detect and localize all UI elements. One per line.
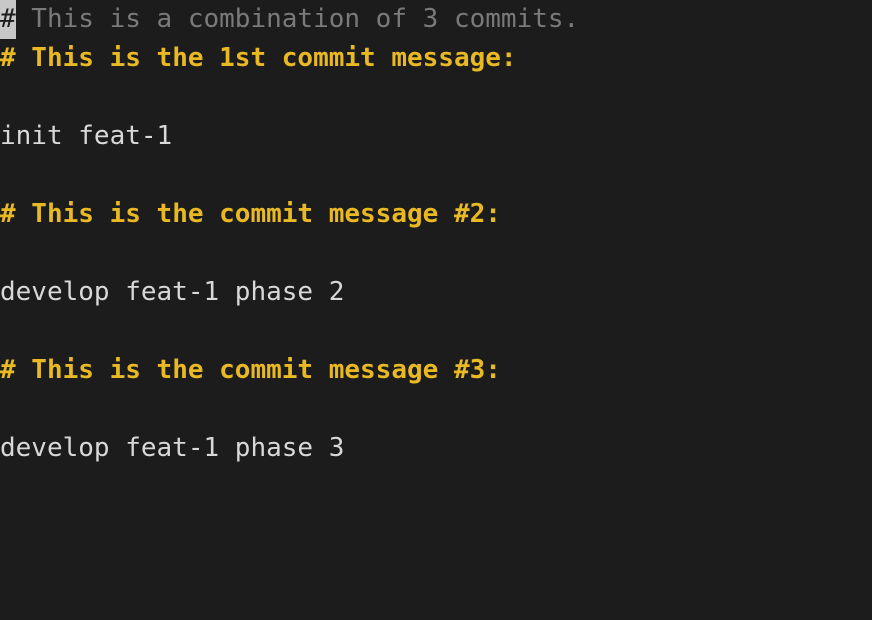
editor-line: # This is the commit message #2: — [0, 195, 872, 234]
commit-body: develop feat-1 phase 3 — [0, 433, 344, 463]
comment-hash: # — [0, 43, 16, 73]
editor-line: # This is the 1st commit message: — [0, 39, 872, 78]
editor-line: # This is the commit message #3: — [0, 351, 872, 390]
editor-line: develop feat-1 phase 2 — [0, 273, 872, 312]
editor-line — [0, 234, 872, 273]
editor-line — [0, 312, 872, 351]
comment-header: This is the commit message #2: — [16, 199, 501, 229]
editor-line: init feat-1 — [0, 117, 872, 156]
editor-line: # This is a combination of 3 commits. — [0, 0, 872, 39]
comment-header: This is the commit message #3: — [16, 355, 501, 385]
commit-message-editor[interactable]: # This is a combination of 3 commits. # … — [0, 0, 872, 468]
comment-hash: # — [0, 355, 16, 385]
comment-hash: # — [0, 199, 16, 229]
comment-text: This is a combination of 3 commits. — [16, 4, 580, 34]
editor-line — [0, 390, 872, 429]
editor-line: develop feat-1 phase 3 — [0, 429, 872, 468]
commit-body: init feat-1 — [0, 121, 172, 151]
editor-line — [0, 78, 872, 117]
editor-line — [0, 156, 872, 195]
cursor: # — [0, 0, 16, 39]
commit-body: develop feat-1 phase 2 — [0, 277, 344, 307]
comment-header: This is the 1st commit message: — [16, 43, 517, 73]
